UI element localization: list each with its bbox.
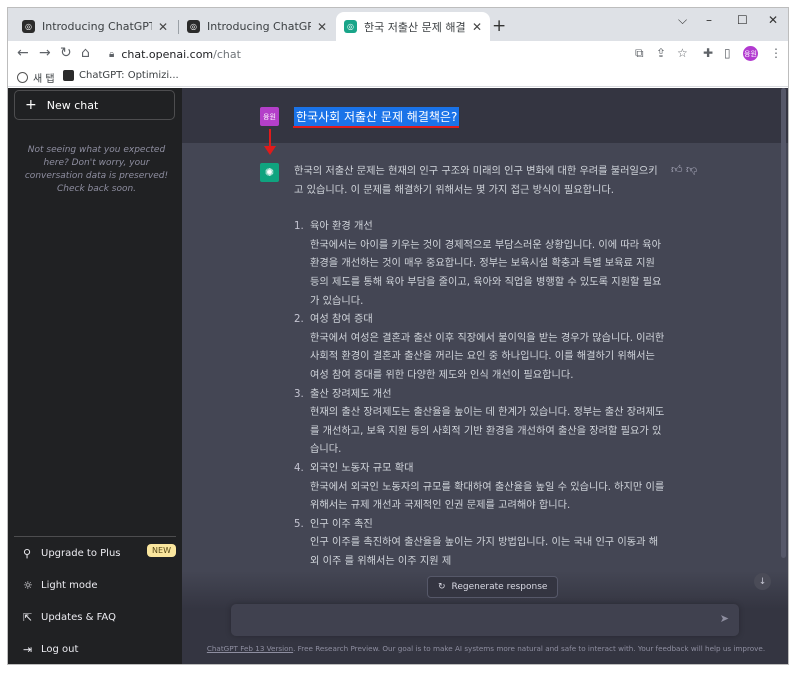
light-mode-button[interactable]: ☼ Light mode (14, 569, 176, 601)
chatgpt-favicon-icon (63, 70, 74, 81)
sidebar-item-label: Log out (41, 643, 79, 655)
answer-list-item: 3. 출산 장려제도 개선 현재의 출산 장려제도는 출산율을 높이는 데 한계가 … (294, 386, 666, 460)
logout-icon: ⇥ (23, 642, 33, 656)
red-underline-annotation (293, 126, 459, 128)
updates-faq-link[interactable]: ⇱ Updates & FAQ (14, 601, 176, 633)
bookmark-chatgpt[interactable]: ChatGPT: Optimizi... (63, 70, 179, 81)
item-body: 현재의 출산 장려제도는 출산율을 높이는 데 한계가 있습니다. 정부는 출산… (310, 407, 665, 456)
item-title: 여성 참여 증대 (310, 314, 373, 326)
forward-arrow-icon[interactable]: → (39, 45, 51, 61)
side-panel-icon[interactable]: ▯ (724, 46, 731, 60)
back-arrow-icon[interactable]: ← (17, 45, 29, 61)
item-body: 인구 이주를 촉진하여 출산율을 높이는 가지 방법입니다. 이는 국내 인구 … (310, 537, 659, 567)
answer-list: 1. 육아 환경 개선 한국에서는 아이를 키우는 것이 경제적으로 부담스러운 상… (294, 218, 666, 571)
new-chat-button[interactable]: + New chat (14, 90, 175, 120)
tab-title: Introducing ChatGPT (207, 20, 311, 33)
regenerate-label: Regenerate response (451, 582, 548, 592)
thumbs-up-icon[interactable]: 👍︎ (671, 163, 683, 176)
item-title: 육아 환경 개선 (310, 221, 373, 233)
share-icon[interactable]: ⇪ (656, 46, 666, 60)
menu-dots-icon[interactable]: ⋮ (770, 46, 782, 60)
close-window-button[interactable]: ✕ (768, 13, 778, 27)
extensions-puzzle-icon[interactable]: ✚ (703, 46, 713, 60)
upgrade-to-plus-button[interactable]: ⚲ Upgrade to Plus NEW (14, 537, 176, 569)
reload-icon[interactable]: ↻ (60, 45, 72, 61)
tab-korea-low-birthrate[interactable]: ◎ 한국 저출산 문제 해결책 ✕ (336, 12, 490, 41)
bookmark-star-icon[interactable]: ☆ (677, 46, 688, 60)
sidebar-empty-note: Not seeing what you expected here? Don't… (24, 145, 169, 194)
maximize-button[interactable]: ☐ (737, 13, 748, 27)
address-bar[interactable]: 🔒︎ chat.openai.com/chat (109, 44, 629, 64)
item-title: 인구 이주 촉진 (310, 518, 373, 530)
url-path: /chat (213, 47, 241, 61)
minimize-button[interactable]: – (706, 13, 712, 27)
footer-text: . Free Research Preview. Our goal is to … (293, 644, 766, 653)
refresh-icon: ↻ (438, 582, 446, 592)
feedback-buttons: 👍︎ 👎︎ (671, 163, 697, 176)
new-badge: NEW (147, 544, 176, 557)
new-tab-button[interactable]: + (492, 16, 506, 36)
tab-introducing-chatgpt-1[interactable]: ◎ Introducing ChatGPT ✕ (14, 12, 176, 41)
user-avatar: 융원 (260, 107, 279, 126)
bookmark-label: ChatGPT: Optimizi... (79, 70, 179, 81)
answer-list-item: 1. 육아 환경 개선 한국에서는 아이를 키우는 것이 경제적으로 부담스러운 상… (294, 218, 666, 311)
regenerate-response-button[interactable]: ↻ Regenerate response (427, 576, 559, 598)
version-link[interactable]: ChatGPT Feb 13 Version (207, 644, 293, 653)
item-body: 한국에서 여성은 결혼과 출산 이후 직장에서 불이익을 받는 경우가 많습니다… (310, 332, 665, 381)
send-paper-plane-icon[interactable]: ➤ (720, 612, 729, 625)
answer-list-item: 2. 여성 참여 증대 한국에서 여성은 결혼과 출산 이후 직장에서 불이익을 받… (294, 311, 666, 385)
browser-window: ◎ Introducing ChatGPT ✕ ◎ Introducing Ch… (7, 7, 789, 665)
home-icon[interactable]: ⌂ (81, 45, 90, 61)
close-tab-icon[interactable]: ✕ (158, 20, 168, 34)
chatgpt-favicon-icon: ◎ (344, 20, 357, 33)
item-title: 출산 장려제도 개선 (310, 388, 392, 400)
log-out-button[interactable]: ⇥ Log out (14, 633, 176, 664)
browser-toolbar: ← → ↻ ⌂ 🔒︎ chat.openai.com/chat ⧉ ⇪ ☆ ✚ … (8, 41, 788, 67)
chat-scrollbar[interactable] (781, 88, 786, 558)
tab-title: 한국 저출산 문제 해결책 (364, 20, 466, 34)
close-tab-icon[interactable]: ✕ (317, 20, 327, 34)
translate-icon[interactable]: ⧉ (635, 46, 644, 61)
lock-icon: 🔒︎ (109, 48, 115, 60)
plus-icon: + (25, 97, 37, 113)
user-icon: ⚲ (23, 546, 32, 560)
thumbs-down-icon[interactable]: 👎︎ (686, 163, 697, 176)
sun-icon: ☼ (23, 578, 33, 592)
sidebar-item-label: Updates & FAQ (41, 611, 116, 623)
answer-intro: 한국의 저출산 문제는 현재의 인구 구조와 미래의 인구 변화에 대한 우려를… (294, 166, 658, 196)
footer-disclaimer: ChatGPT Feb 13 Version. Free Research Pr… (182, 644, 788, 653)
close-tab-icon[interactable]: ✕ (472, 20, 482, 34)
chatgpt-favicon-icon: ◎ (22, 20, 35, 33)
url-host: chat.openai.com (121, 47, 214, 61)
globe-icon (17, 72, 28, 83)
new-chat-label: New chat (46, 98, 99, 112)
sidebar-item-label: Light mode (41, 579, 98, 591)
red-arrow-head (264, 146, 276, 155)
tab-title: Introducing ChatGPT (42, 20, 152, 33)
user-question: 한국사회 저출산 문제 해결책은? (294, 107, 460, 126)
chatgpt-favicon-icon: ◎ (187, 20, 200, 33)
chatgpt-logo-icon: ✺ (260, 163, 279, 182)
item-body: 한국에서는 아이를 키우는 것이 경제적으로 부담스러운 상황입니다. 이에 따… (310, 239, 662, 307)
tab-search-dropdown-icon[interactable]: ⌵ (678, 13, 687, 28)
assistant-answer: 한국의 저출산 문제는 현재의 인구 구조와 미래의 인구 변화에 대한 우려를… (294, 163, 666, 571)
tab-strip: ◎ Introducing ChatGPT ✕ ◎ Introducing Ch… (8, 8, 788, 41)
sidebar-bottom-menu: ⚲ Upgrade to Plus NEW ☼ Light mode ⇱ Upd… (14, 536, 176, 664)
scroll-down-arrow-icon[interactable]: ↓ (754, 573, 771, 590)
chat-main: 융원 한국사회 저출산 문제 해결책은? ✺ 한국의 저출산 문제는 현재의 인… (182, 88, 788, 664)
chat-sidebar: + New chat Not seeing what you expected … (8, 88, 182, 664)
message-input[interactable]: ➤ (231, 604, 739, 636)
bookmark-new-tab[interactable]: 새 탭 (17, 70, 55, 85)
answer-list-item: 5. 인구 이주 촉진 인구 이주를 촉진하여 출산율을 높이는 가지 방법입니다.… (294, 516, 666, 572)
tab-introducing-chatgpt-2[interactable]: ◎ Introducing ChatGPT ✕ (179, 12, 335, 41)
bookmark-label: 새 탭 (33, 74, 55, 85)
user-message-row: 융원 한국사회 저출산 문제 해결책은? (182, 88, 788, 143)
external-link-icon: ⇱ (23, 610, 33, 624)
profile-avatar[interactable]: 융원 (743, 46, 758, 61)
bookmarks-bar: 새 탭 ChatGPT: Optimizi... (8, 67, 788, 87)
item-title: 외국인 노동자 규모 확대 (310, 462, 414, 474)
sidebar-item-label: Upgrade to Plus (41, 547, 121, 559)
item-body: 한국에서 외국인 노동자의 규모를 확대하여 출산율을 높일 수 있습니다. 하… (310, 481, 665, 512)
answer-list-item: 4. 외국인 노동자 규모 확대 한국에서 외국인 노동자의 규모를 확대하여 출산… (294, 460, 666, 516)
